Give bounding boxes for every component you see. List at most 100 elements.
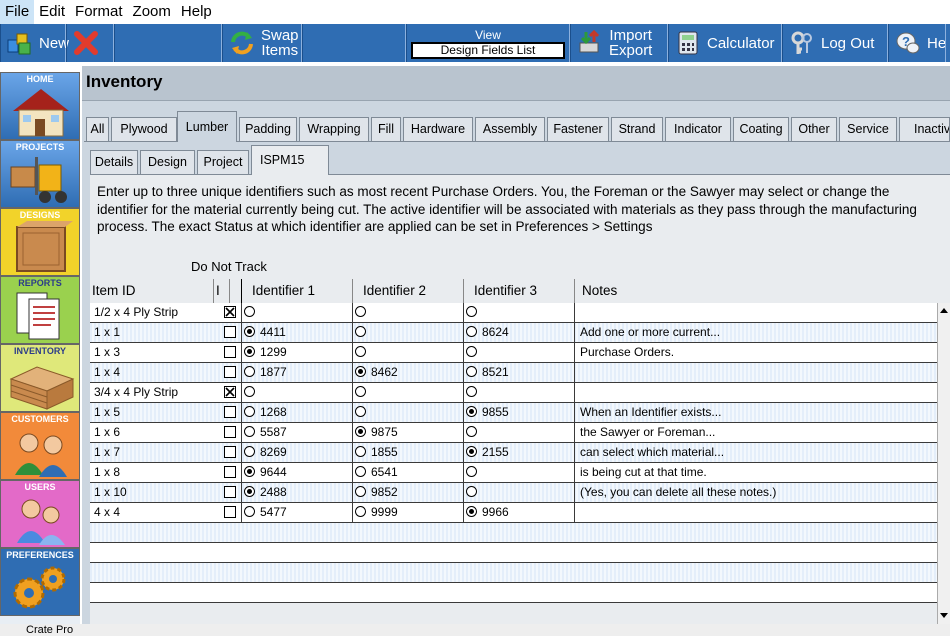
identifier-3-radio[interactable]: [466, 406, 477, 417]
tab-coating[interactable]: Coating: [733, 117, 789, 141]
do-not-track-checkbox[interactable]: [224, 386, 236, 398]
identifier-3-radio[interactable]: [466, 486, 477, 497]
item-id-cell[interactable]: 1 x 5: [94, 405, 120, 419]
do-not-track-checkbox[interactable]: [224, 406, 236, 418]
identifier-2-radio[interactable]: [355, 446, 366, 457]
do-not-track-checkbox[interactable]: [224, 446, 236, 458]
identifier-1-cell[interactable]: 2488: [242, 483, 353, 502]
table-row[interactable]: 1 x 6 5587 9875 the Sawyer or Foreman...: [90, 423, 937, 443]
identifier-2-cell[interactable]: 8462: [353, 363, 464, 382]
tab-all[interactable]: All: [86, 117, 109, 141]
item-id-cell[interactable]: 1 x 6: [94, 425, 120, 439]
item-id-cell[interactable]: 1 x 1: [94, 325, 120, 339]
identifier-1-radio[interactable]: [244, 426, 255, 437]
nav-inventory[interactable]: INVENTORY: [0, 344, 80, 412]
notes-cell[interactable]: is being cut at that time.: [575, 463, 937, 482]
do-not-track-checkbox[interactable]: [224, 306, 236, 318]
table-row[interactable]: 3/4 x 4 Ply Strip: [90, 383, 937, 403]
identifier-1-cell[interactable]: 9644: [242, 463, 353, 482]
identifier-3-cell[interactable]: 9966: [464, 503, 575, 522]
identifier-3-cell[interactable]: 8624: [464, 323, 575, 342]
do-not-track-checkbox[interactable]: [224, 506, 236, 518]
nav-home[interactable]: HOME: [0, 72, 80, 140]
tab-wrapping[interactable]: Wrapping: [299, 117, 369, 141]
table-row[interactable]: 1/2 x 4 Ply Strip: [90, 303, 937, 323]
table-row[interactable]: 1 x 8 9644 6541 is being cut at that time.: [90, 463, 937, 483]
table-row[interactable]: 1 x 7 8269 1855 2155 can select which materi…: [90, 443, 937, 463]
table-row[interactable]: 4 x 4 5477 9999 9966: [90, 503, 937, 523]
identifier-2-cell[interactable]: [353, 343, 464, 362]
identifier-2-radio[interactable]: [355, 426, 366, 437]
identifier-1-cell[interactable]: 8269: [242, 443, 353, 462]
item-id-cell[interactable]: 1/2 x 4 Ply Strip: [94, 305, 178, 319]
do-not-track-checkbox[interactable]: [224, 366, 236, 378]
col-header-identifier-3[interactable]: Identifier 3: [464, 279, 575, 303]
do-not-track-checkbox[interactable]: [224, 426, 236, 438]
col-header-identifier-2[interactable]: Identifier 2: [353, 279, 464, 303]
do-not-track-checkbox[interactable]: [224, 326, 236, 338]
identifier-3-cell[interactable]: [464, 343, 575, 362]
identifier-1-cell[interactable]: 1877: [242, 363, 353, 382]
do-not-track-checkbox[interactable]: [224, 346, 236, 358]
menu-edit[interactable]: Edit: [34, 0, 70, 24]
nav-projects[interactable]: PROJECTS: [0, 140, 80, 208]
identifier-2-cell[interactable]: 9852: [353, 483, 464, 502]
notes-cell[interactable]: Purchase Orders.: [575, 343, 937, 362]
new-button[interactable]: New: [0, 24, 69, 62]
identifier-1-radio[interactable]: [244, 326, 255, 337]
tab-plywood[interactable]: Plywood: [111, 117, 177, 141]
table-row[interactable]: 1 x 10 2488 9852 (Yes, you can delete all t…: [90, 483, 937, 503]
identifier-1-radio[interactable]: [244, 386, 255, 397]
import-export-button[interactable]: Import Export: [570, 24, 668, 62]
table-row[interactable]: 1 x 4 1877 8462 8521: [90, 363, 937, 383]
vertical-scrollbar[interactable]: [937, 303, 950, 625]
table-row[interactable]: 1 x 3 1299 Purchase Orders.: [90, 343, 937, 363]
notes-cell[interactable]: [575, 383, 937, 402]
notes-cell[interactable]: When an Identifier exists...: [575, 403, 937, 422]
identifier-1-cell[interactable]: 1299: [242, 343, 353, 362]
identifier-1-radio[interactable]: [244, 366, 255, 377]
log-out-button[interactable]: Log Out: [782, 24, 888, 62]
identifier-3-radio[interactable]: [466, 426, 477, 437]
notes-cell[interactable]: can select which material...: [575, 443, 937, 462]
view-select[interactable]: Design Fields List: [411, 41, 565, 59]
identifier-2-radio[interactable]: [355, 486, 366, 497]
tab-other[interactable]: Other: [791, 117, 837, 141]
identifier-3-radio[interactable]: [466, 306, 477, 317]
calculator-button[interactable]: Calculator: [668, 24, 782, 62]
item-id-cell[interactable]: 3/4 x 4 Ply Strip: [94, 385, 178, 399]
identifier-2-cell[interactable]: [353, 303, 464, 322]
nav-preferences[interactable]: PREFERENCES: [0, 548, 80, 616]
identifier-2-cell[interactable]: [353, 323, 464, 342]
identifier-3-cell[interactable]: 2155: [464, 443, 575, 462]
notes-cell[interactable]: [575, 503, 937, 522]
col-header-notes[interactable]: Notes: [575, 279, 937, 303]
col-header-item-id[interactable]: Item ID: [90, 279, 214, 303]
identifier-1-radio[interactable]: [244, 346, 255, 357]
identifier-2-cell[interactable]: [353, 383, 464, 402]
identifier-3-cell[interactable]: [464, 303, 575, 322]
identifier-1-cell[interactable]: 1268: [242, 403, 353, 422]
identifier-1-radio[interactable]: [244, 306, 255, 317]
nav-designs[interactable]: DESIGNS: [0, 208, 80, 276]
identifier-2-radio[interactable]: [355, 506, 366, 517]
tab-inactive[interactable]: Inactive: [899, 117, 950, 141]
item-id-cell[interactable]: 1 x 7: [94, 445, 120, 459]
tab-indicator[interactable]: Indicator: [665, 117, 731, 141]
notes-cell[interactable]: (Yes, you can delete all these notes.): [575, 483, 937, 502]
tab-hardware[interactable]: Hardware: [403, 117, 473, 141]
identifier-1-cell[interactable]: 5587: [242, 423, 353, 442]
table-row[interactable]: 1 x 5 1268 9855 When an Identifier exists..…: [90, 403, 937, 423]
identifier-1-cell[interactable]: [242, 383, 353, 402]
identifier-1-radio[interactable]: [244, 446, 255, 457]
identifier-1-radio[interactable]: [244, 486, 255, 497]
identifier-3-radio[interactable]: [466, 386, 477, 397]
col-header-identifier-1[interactable]: Identifier 1: [242, 279, 353, 303]
tab-lumber[interactable]: Lumber: [177, 111, 237, 142]
identifier-3-cell[interactable]: [464, 383, 575, 402]
item-id-cell[interactable]: 1 x 10: [94, 485, 127, 499]
identifier-2-cell[interactable]: 6541: [353, 463, 464, 482]
identifier-2-radio[interactable]: [355, 406, 366, 417]
scroll-up-icon[interactable]: [938, 305, 950, 315]
identifier-3-cell[interactable]: 9855: [464, 403, 575, 422]
